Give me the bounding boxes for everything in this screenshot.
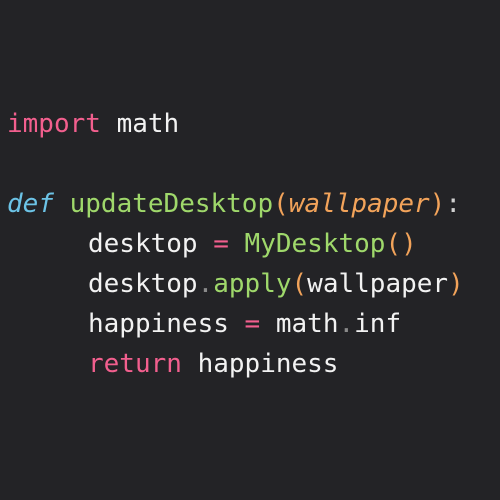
code-editor: import math def updateDesktop(wallpaper)… [0, 0, 500, 500]
close-paren: ) [448, 269, 464, 299]
return-value: happiness [197, 349, 339, 379]
dot-operator: . [197, 269, 214, 299]
attribute-inf: inf [354, 309, 402, 339]
object-desktop: desktop [88, 269, 198, 299]
code-line-import: import math [7, 106, 179, 142]
dot-operator: . [338, 309, 355, 339]
code-line-return: return happiness [88, 346, 338, 382]
keyword-def: def [7, 189, 54, 219]
object-math: math [275, 309, 339, 339]
keyword-return: return [88, 349, 182, 379]
code-line-apply: desktop.apply(wallpaper) [88, 266, 464, 302]
code-line-assign-desktop: desktop = MyDesktop() [88, 226, 417, 262]
assign-operator: = [244, 309, 261, 339]
variable-happiness: happiness [88, 309, 229, 339]
argument-name: wallpaper [307, 269, 449, 299]
method-name: apply [213, 269, 292, 299]
call-parens: () [385, 229, 417, 259]
code-line-happiness: happiness = math.inf [88, 306, 401, 342]
parameter-name: wallpaper [288, 189, 430, 219]
assign-operator: = [213, 229, 229, 259]
colon: : [445, 189, 461, 219]
class-call: MyDesktop [244, 229, 386, 259]
function-name: updateDesktop [69, 189, 274, 219]
module-name: math [116, 109, 180, 139]
variable-desktop: desktop [88, 229, 198, 259]
close-paren: ) [429, 189, 446, 219]
open-paren: ( [291, 269, 308, 299]
keyword-import: import [7, 109, 101, 139]
code-line-def: def updateDesktop(wallpaper): [7, 186, 461, 222]
open-paren: ( [273, 189, 289, 219]
